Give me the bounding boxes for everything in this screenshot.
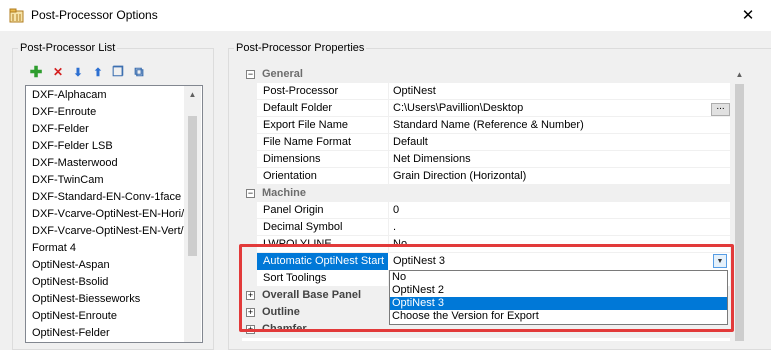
post-processor-list-label: Post-Processor List bbox=[18, 42, 118, 54]
post-processor-list[interactable]: DXF-Alphacam DXF-Enroute DXF-Felder DXF-… bbox=[25, 85, 203, 343]
property-name: Post-Processor bbox=[263, 85, 339, 97]
collapse-general-icon[interactable]: − bbox=[246, 70, 255, 79]
window-title: Post-Processor Options bbox=[31, 8, 158, 22]
list-item[interactable]: OptiNest-Aspan bbox=[32, 257, 110, 274]
property-name: Orientation bbox=[263, 170, 317, 182]
move-up-icon[interactable]: ⬆ bbox=[90, 64, 106, 80]
list-item[interactable]: DXF-Alphacam bbox=[32, 87, 107, 104]
property-value[interactable]: Net Dimensions bbox=[393, 151, 471, 168]
property-row[interactable]: File Name Format Default bbox=[242, 134, 730, 151]
list-item[interactable]: OptiNest-Biesseworks bbox=[32, 291, 140, 308]
row-gutter bbox=[242, 202, 257, 219]
column-divider bbox=[388, 219, 389, 236]
list-item[interactable]: DXF-Enroute bbox=[32, 104, 96, 121]
scroll-up-icon[interactable]: ▲ bbox=[184, 86, 201, 103]
category-machine[interactable]: − Machine bbox=[242, 185, 730, 202]
category-general-label: General bbox=[262, 68, 303, 80]
list-item[interactable]: OptiNest-Bsolid bbox=[32, 274, 108, 291]
property-name: Default Folder bbox=[263, 102, 333, 114]
export-icon[interactable]: ⧉ bbox=[131, 64, 147, 80]
property-row[interactable]: Orientation Grain Direction (Horizontal) bbox=[242, 168, 730, 185]
column-divider bbox=[388, 83, 389, 100]
list-item[interactable]: OptiNest-Felder bbox=[32, 325, 110, 342]
property-row[interactable]: Export File Name Standard Name (Referenc… bbox=[242, 117, 730, 134]
list-item[interactable]: OptiNest-Enroute bbox=[32, 308, 117, 325]
list-item[interactable]: DXF-Standard-EN-Conv-1face bbox=[32, 189, 181, 206]
property-name: Export File Name bbox=[263, 119, 348, 131]
row-gutter bbox=[242, 100, 257, 117]
copy-icon[interactable]: ❐ bbox=[110, 64, 126, 80]
column-divider bbox=[388, 168, 389, 185]
property-row[interactable]: Decimal Symbol . bbox=[242, 219, 730, 236]
title-bar: Post-Processor Options ✕ bbox=[0, 0, 771, 31]
list-item[interactable]: DXF-Felder LSB bbox=[32, 138, 113, 155]
row-gutter bbox=[242, 151, 257, 168]
property-value[interactable]: . bbox=[393, 219, 396, 236]
post-processor-properties-label: Post-Processor Properties bbox=[234, 42, 367, 54]
row-gutter bbox=[242, 117, 257, 134]
category-general[interactable]: − General bbox=[242, 66, 730, 83]
property-value[interactable]: Default bbox=[393, 134, 428, 151]
scroll-up-icon[interactable]: ▲ bbox=[731, 66, 748, 83]
category-machine-label: Machine bbox=[262, 187, 307, 199]
highlight-frame bbox=[239, 244, 734, 332]
property-name: File Name Format bbox=[263, 136, 352, 148]
list-scroll-thumb[interactable] bbox=[188, 116, 197, 256]
property-value[interactable]: C:\Users\Pavillion\Desktop bbox=[393, 100, 523, 117]
property-row[interactable]: Default Folder C:\Users\Pavillion\Deskto… bbox=[242, 100, 730, 117]
property-value[interactable]: Grain Direction (Horizontal) bbox=[393, 168, 526, 185]
move-down-icon[interactable]: ⬇ bbox=[70, 64, 86, 80]
property-value[interactable]: OptiNest bbox=[393, 83, 436, 100]
row-gutter bbox=[242, 134, 257, 151]
row-gutter bbox=[242, 83, 257, 100]
list-item[interactable]: DXF-Masterwood bbox=[32, 155, 118, 172]
property-row[interactable]: Dimensions Net Dimensions bbox=[242, 151, 730, 168]
collapse-machine-icon[interactable]: − bbox=[246, 189, 255, 198]
add-icon[interactable]: ✚ bbox=[28, 64, 44, 81]
list-item[interactable]: Format 4 bbox=[32, 240, 76, 257]
row-gutter bbox=[242, 219, 257, 236]
column-divider bbox=[388, 134, 389, 151]
list-item[interactable]: DXF-Felder bbox=[32, 121, 89, 138]
list-item[interactable]: DXF-Vcarve-OptiNest-EN-Vert/R bbox=[32, 223, 192, 240]
column-divider bbox=[388, 151, 389, 168]
list-scrollbar[interactable]: ▲ bbox=[184, 86, 201, 342]
property-row[interactable]: Panel Origin 0 bbox=[242, 202, 730, 219]
delete-icon[interactable]: ✕ bbox=[50, 64, 66, 80]
close-button[interactable]: ✕ bbox=[725, 0, 771, 31]
property-value[interactable]: Standard Name (Reference & Number) bbox=[393, 117, 584, 134]
column-divider bbox=[388, 117, 389, 134]
property-name: Decimal Symbol bbox=[263, 221, 343, 233]
property-name: Panel Origin bbox=[263, 204, 324, 216]
browse-folder-button[interactable]: ... bbox=[711, 102, 730, 116]
list-item[interactable]: DXF-TwinCam bbox=[32, 172, 104, 189]
column-divider bbox=[388, 202, 389, 219]
list-item[interactable]: DXF-Vcarve-OptiNest-EN-Hori/R bbox=[32, 206, 192, 223]
row-gutter bbox=[242, 168, 257, 185]
property-scroll-thumb[interactable] bbox=[735, 84, 744, 341]
property-name: Dimensions bbox=[263, 153, 321, 165]
app-window-icon bbox=[9, 8, 24, 23]
column-divider bbox=[388, 100, 389, 117]
property-row[interactable]: Post-Processor OptiNest bbox=[242, 83, 730, 100]
property-value[interactable]: 0 bbox=[393, 202, 399, 219]
